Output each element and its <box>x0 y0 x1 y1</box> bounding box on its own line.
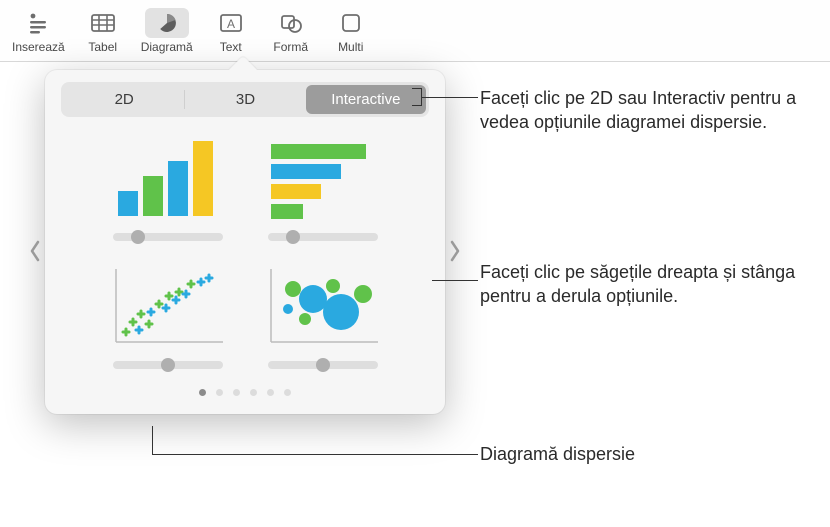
bubble-chart-icon <box>258 261 388 351</box>
chart-option-bubble[interactable] <box>250 261 395 369</box>
callout-tabs: Faceți clic pe 2D sau Interactiv pentru … <box>480 86 810 135</box>
callout-line <box>152 426 153 454</box>
toolbar-label: Formă <box>273 40 308 54</box>
text-icon: A <box>218 12 244 34</box>
page-dot[interactable] <box>250 389 257 396</box>
prev-arrow[interactable] <box>23 231 47 271</box>
chart-slider[interactable] <box>113 233 223 241</box>
tab-3d[interactable]: 3D <box>185 85 305 114</box>
callout-line <box>432 280 478 281</box>
chart-option-hbar[interactable] <box>250 133 395 241</box>
toolbar-label: Multi <box>338 40 363 54</box>
page-dot[interactable] <box>233 389 240 396</box>
hbar-chart-icon <box>258 133 388 223</box>
chart-option-scatter[interactable] <box>95 261 240 369</box>
page-dot[interactable] <box>199 389 206 396</box>
tab-2d[interactable]: 2D <box>64 85 184 114</box>
chart-options-grid <box>55 133 435 369</box>
toolbar-label: Tabel <box>88 40 117 54</box>
callout-bracket <box>412 88 422 106</box>
toolbar-label: Inserează <box>12 40 65 54</box>
page-dot[interactable] <box>216 389 223 396</box>
chart-icon <box>155 11 179 35</box>
toolbar-insert[interactable]: Inserează <box>4 4 73 58</box>
toolbar-text[interactable]: A Text <box>201 4 261 58</box>
toolbar-label: Diagramă <box>141 40 193 54</box>
app-toolbar: Inserează Tabel Diagramă A Text Formă Mu… <box>0 0 830 62</box>
callout-line <box>422 97 478 98</box>
shape-icon <box>278 12 304 34</box>
page-dot[interactable] <box>267 389 274 396</box>
chart-slider[interactable] <box>268 233 378 241</box>
toolbar-shape[interactable]: Formă <box>261 4 321 58</box>
toolbar-media[interactable]: Multi <box>321 4 381 58</box>
page-indicator <box>55 389 435 396</box>
scatter-chart-icon <box>103 261 233 351</box>
callout-arrows: Faceți clic pe săgețile dreapta și stâng… <box>480 260 810 309</box>
callout-scatter: Diagramă dispersie <box>480 442 810 466</box>
chart-slider[interactable] <box>268 361 378 369</box>
table-icon <box>90 12 116 34</box>
tab-interactive[interactable]: Interactive <box>306 85 426 114</box>
chart-type-tabs: 2D 3D Interactive <box>61 82 429 117</box>
chart-slider[interactable] <box>113 361 223 369</box>
toolbar-table[interactable]: Tabel <box>73 4 133 58</box>
chart-option-bar[interactable] <box>95 133 240 241</box>
chart-popover: 2D 3D Interactive <box>45 70 445 414</box>
media-icon <box>340 12 362 34</box>
callout-line <box>152 454 478 455</box>
svg-text:A: A <box>227 17 235 31</box>
page-dot[interactable] <box>284 389 291 396</box>
insert-icon <box>26 12 50 34</box>
bar-chart-icon <box>103 133 233 223</box>
toolbar-label: Text <box>220 40 242 54</box>
next-arrow[interactable] <box>443 231 467 271</box>
toolbar-chart[interactable]: Diagramă <box>133 4 201 58</box>
